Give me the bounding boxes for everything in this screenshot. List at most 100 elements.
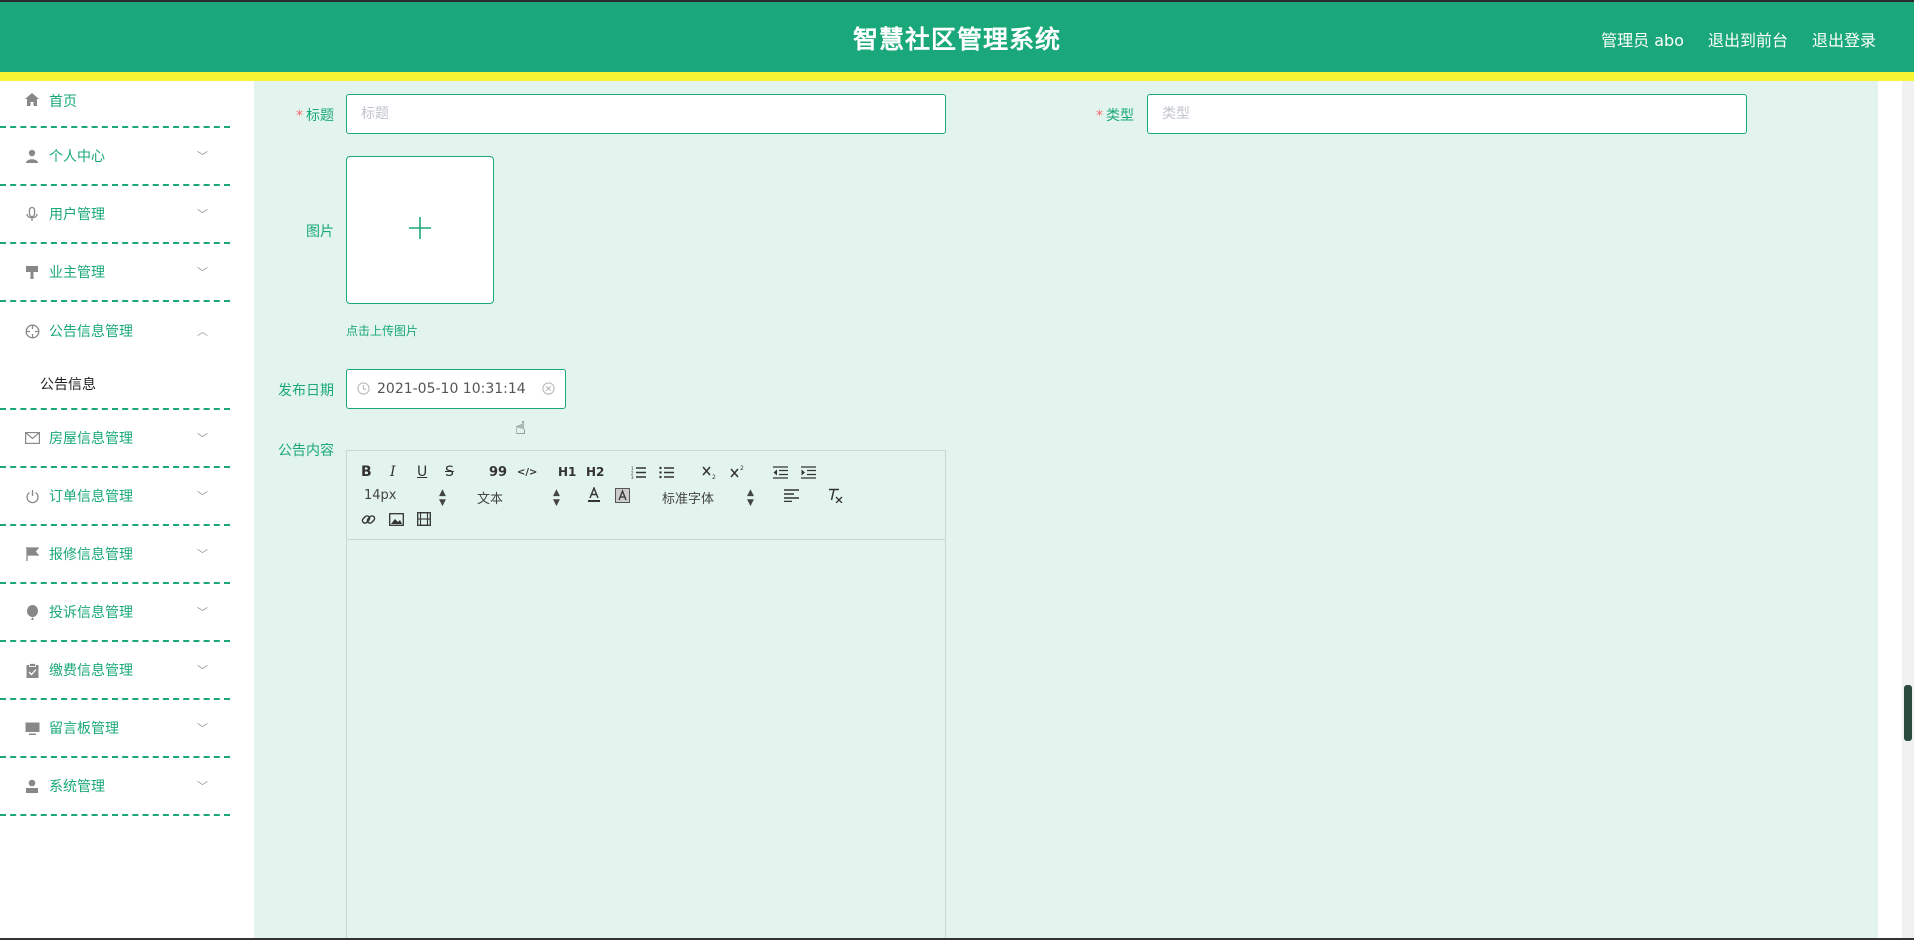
content-label: 公告内容 (278, 443, 334, 459)
sidebar-item-home[interactable]: 首页 (0, 81, 230, 128)
logout-link[interactable]: 退出登录 (1812, 27, 1876, 51)
select-arrows-icon: ▲ ▼ (439, 488, 446, 508)
sidebar-item-label: 用户管理 (49, 207, 105, 223)
sidebar-item-system-management[interactable]: 系统管理 ﹀ (0, 758, 230, 816)
header-select[interactable]: 文本 ▲ ▼ (477, 488, 562, 508)
date-label: 发布日期 (278, 383, 334, 399)
h2-button[interactable]: H2 (586, 463, 604, 481)
hand-cursor-icon: ☝ (515, 418, 526, 439)
chevron-up-icon: ︿ (197, 325, 208, 338)
font-size-value: 14px (364, 488, 397, 503)
text-color-icon[interactable] (587, 486, 601, 504)
title-input[interactable]: 标题 (346, 94, 946, 134)
sidebar-item-house-management[interactable]: 房屋信息管理 ﹀ (0, 410, 230, 468)
date-value: 2021-05-10 10:31:14 (377, 381, 526, 397)
italic-button[interactable]: I (390, 463, 396, 481)
type-label: * 类型 (1070, 105, 1134, 125)
indent-icon[interactable] (801, 463, 816, 481)
select-arrows-icon: ▲ ▼ (747, 488, 754, 508)
select-arrows-icon: ▲ ▼ (553, 488, 560, 508)
target-icon (24, 323, 40, 339)
strike-button[interactable]: S (445, 463, 454, 481)
admin-name: 管理员 abo (1601, 31, 1684, 50)
image-label: 图片 (306, 224, 334, 240)
sidebar-item-label: 业主管理 (49, 265, 105, 281)
clock-icon (357, 370, 370, 408)
svg-text:2: 2 (740, 465, 744, 472)
rich-text-editor[interactable]: B I U S 99 </> H1 H2 123 2 2 14px ▲▼ 文本 (346, 450, 946, 940)
chevron-down-icon: ﹀ (197, 548, 208, 561)
home-icon (24, 91, 40, 107)
sidebar-item-personal-center[interactable]: 个人中心 ﹀ (0, 128, 230, 186)
background-color-icon[interactable] (615, 486, 630, 504)
chevron-down-icon: ﹀ (197, 266, 208, 279)
superscript-icon[interactable]: 2 (730, 463, 745, 481)
sidebar-item-label: 报修信息管理 (49, 547, 133, 563)
sidebar-item-message-board[interactable]: 留言板管理 ﹀ (0, 700, 230, 758)
top-header: 智慧社区管理系统 管理员 abo 退出到前台 退出登录 (0, 0, 1914, 72)
underline-button[interactable]: U (417, 463, 427, 481)
type-input[interactable]: 类型 (1147, 94, 1747, 134)
page-scrollbar[interactable] (1902, 81, 1914, 940)
font-family-select[interactable]: 标准字体 ▲ ▼ (662, 488, 757, 508)
image-upload[interactable] (346, 156, 494, 304)
editor-toolbar: B I U S 99 </> H1 H2 123 2 2 14px ▲▼ 文本 (347, 451, 945, 540)
required-mark: * (296, 108, 303, 124)
header-select-value: 文本 (477, 492, 504, 507)
sidebar-item-payment-management[interactable]: 缴费信息管理 ﹀ (0, 642, 230, 700)
balloon-icon (24, 604, 40, 620)
outdent-icon[interactable] (773, 463, 788, 481)
link-icon[interactable] (361, 510, 376, 528)
clear-format-icon[interactable] (827, 486, 843, 504)
publish-date-picker[interactable]: 2021-05-10 10:31:14 (346, 369, 566, 409)
font-size-select[interactable]: 14px ▲ ▼ (364, 488, 449, 508)
sidebar-item-label: 个人中心 (49, 149, 105, 165)
chevron-down-icon: ﹀ (197, 432, 208, 445)
chevron-down-icon: ﹀ (197, 606, 208, 619)
clipboard-icon (24, 662, 40, 678)
ordered-list-icon[interactable]: 123 (631, 463, 646, 481)
microphone-icon (24, 206, 40, 222)
sidebar-item-complaint-management[interactable]: 投诉信息管理 ﹀ (0, 584, 230, 642)
title-label: * 标题 (270, 105, 334, 125)
clear-icon[interactable] (542, 370, 555, 408)
chevron-down-icon: ﹀ (197, 490, 208, 503)
subscript-icon[interactable]: 2 (702, 463, 717, 481)
sidebar-item-label: 缴费信息管理 (49, 663, 133, 679)
sidebar-item-label: 系统管理 (49, 779, 105, 795)
sidebar-item-label: 投诉信息管理 (49, 605, 133, 621)
scrollbar-thumb[interactable] (1904, 685, 1912, 741)
align-icon[interactable] (784, 486, 799, 504)
message-icon (24, 430, 40, 446)
sidebar-item-notice-management[interactable]: 公告信息管理 ︿ (0, 302, 230, 360)
plus-icon (408, 216, 432, 244)
flag-icon (24, 546, 40, 562)
upload-hint: 点击上传图片 (346, 324, 419, 338)
sidebar-item-user-management[interactable]: 用户管理 ﹀ (0, 186, 230, 244)
image-insert-icon[interactable] (389, 510, 404, 528)
blockquote-button[interactable]: 99 (489, 463, 507, 481)
user-icon (24, 148, 40, 164)
sidebar-item-owner-management[interactable]: 业主管理 ﹀ (0, 244, 230, 302)
user-solid-icon (24, 778, 40, 794)
to-frontend-link[interactable]: 退出到前台 (1708, 27, 1788, 51)
code-block-button[interactable]: </> (517, 463, 537, 481)
sidebar-item-label: 首页 (49, 94, 77, 110)
required-mark: * (1096, 108, 1103, 124)
font-family-value: 标准字体 (662, 492, 715, 507)
accent-bar (0, 72, 1914, 81)
sidebar-item-order-management[interactable]: 订单信息管理 ﹀ (0, 468, 230, 526)
sidebar-subitem-notice[interactable]: 公告信息 (0, 360, 230, 410)
h1-button[interactable]: H1 (558, 463, 576, 481)
chevron-down-icon: ﹀ (197, 150, 208, 163)
bold-button[interactable]: B (361, 463, 372, 481)
bullet-list-icon[interactable] (659, 463, 674, 481)
video-insert-icon[interactable] (417, 510, 431, 528)
monitor-icon (24, 720, 40, 736)
sidebar-item-repair-management[interactable]: 报修信息管理 ﹀ (0, 526, 230, 584)
sidebar-item-label: 留言板管理 (49, 721, 119, 737)
type-label-text: 类型 (1106, 108, 1134, 124)
sidebar-item-label: 房屋信息管理 (49, 431, 133, 447)
chevron-down-icon: ﹀ (197, 780, 208, 793)
power-icon (24, 488, 40, 504)
